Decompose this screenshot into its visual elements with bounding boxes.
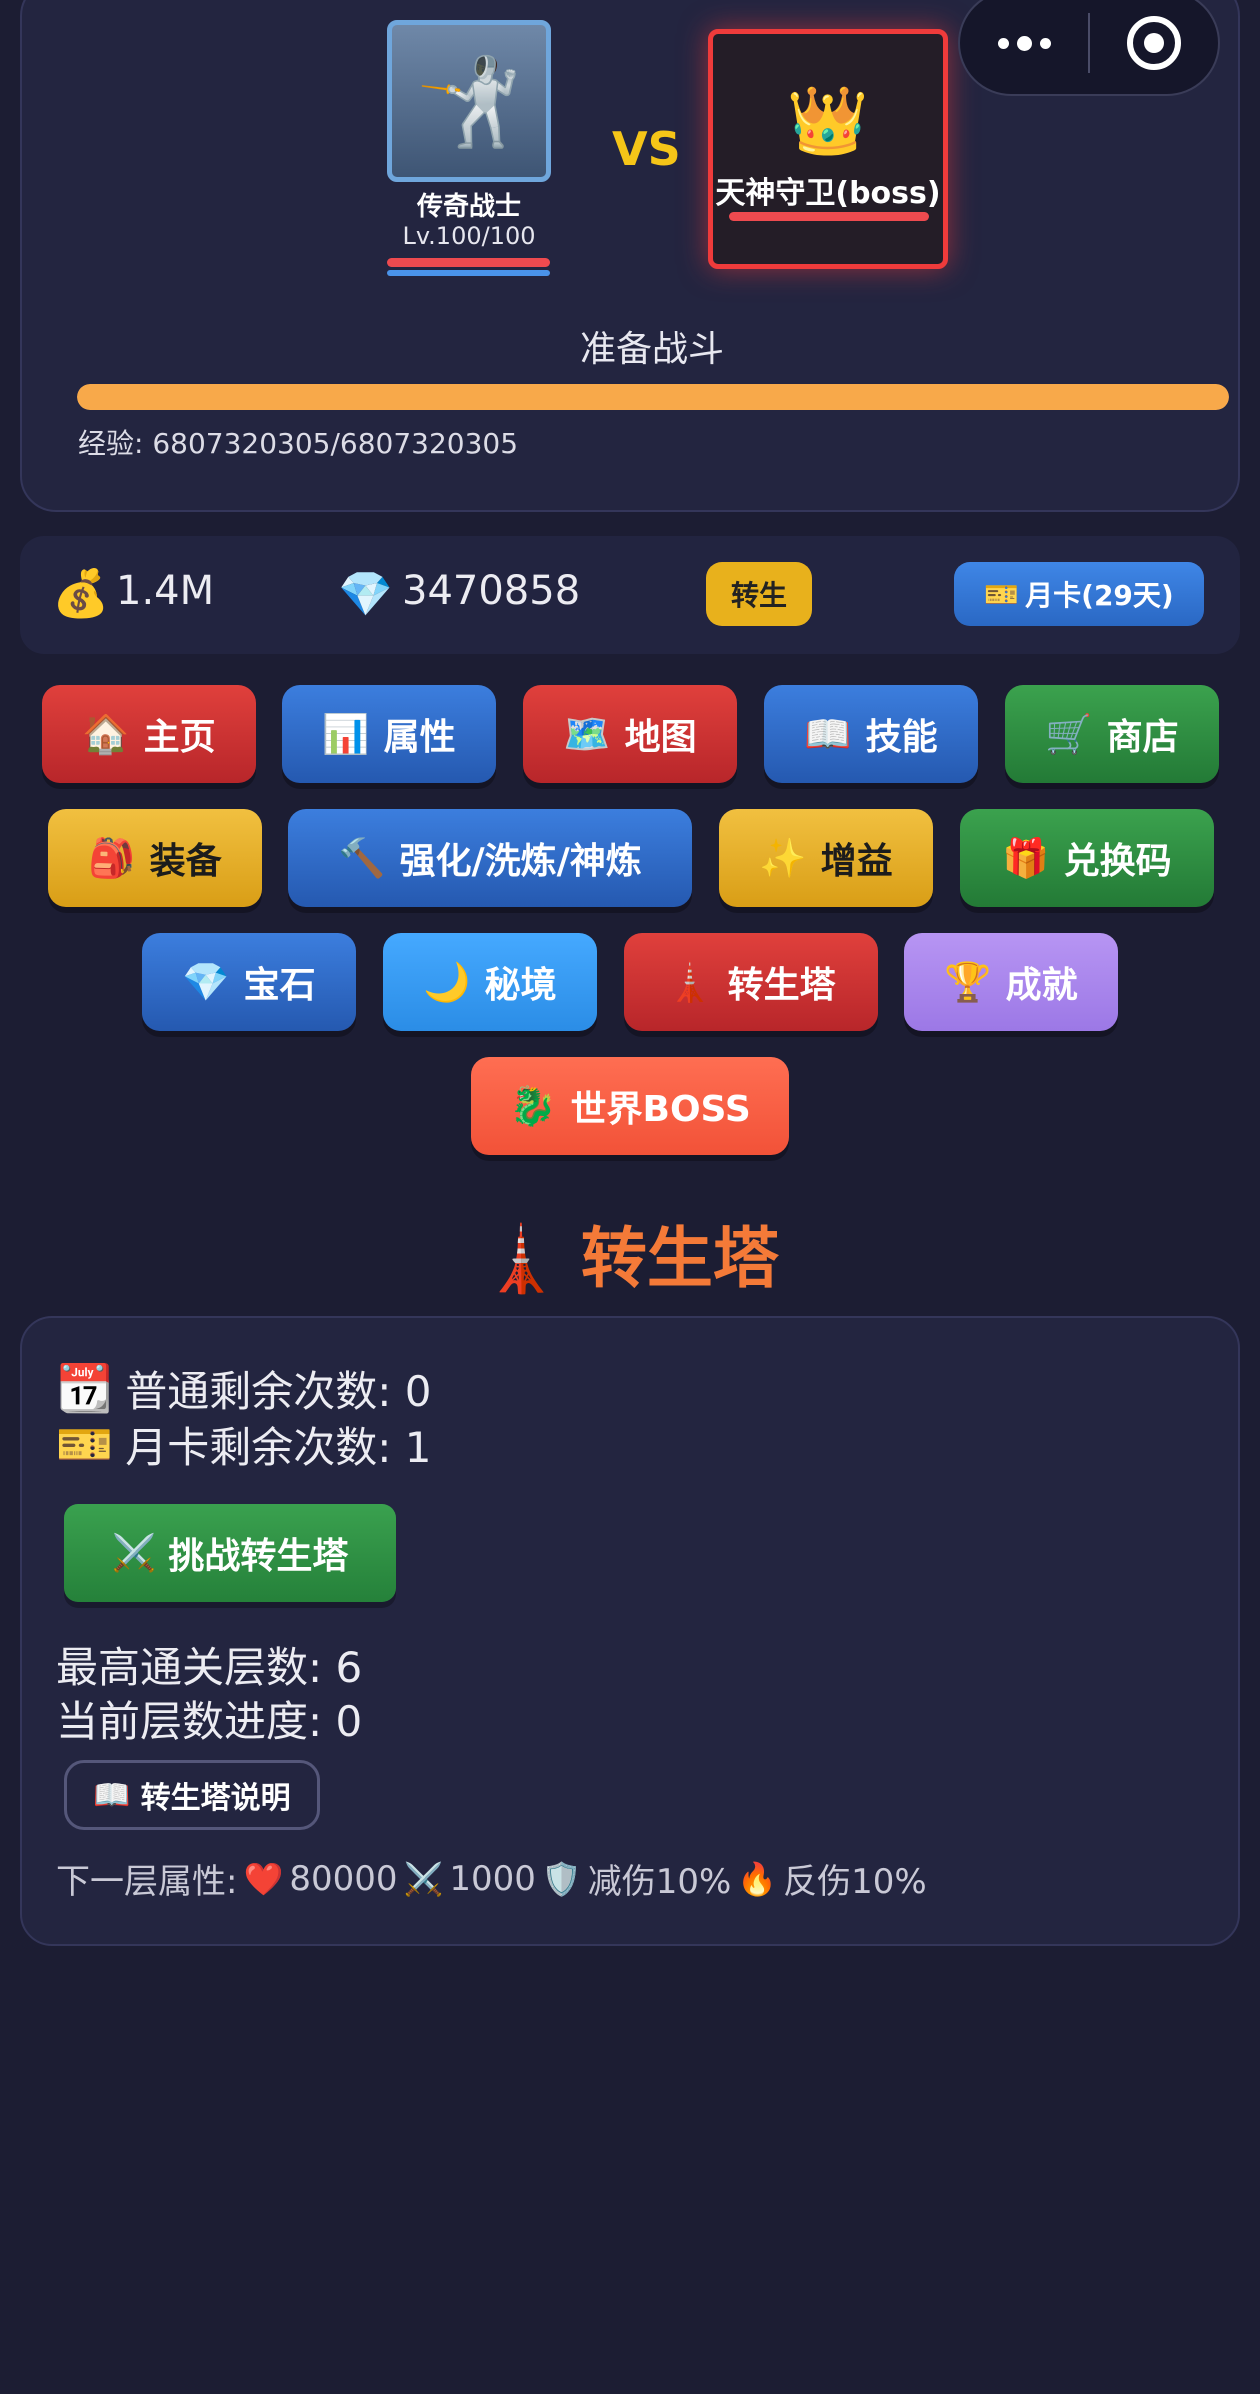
book-icon: 📖 <box>93 1777 131 1813</box>
gift-icon: 🎁 <box>1002 835 1050 880</box>
nav-rebirth-tower-label: 转生塔 <box>727 965 836 1006</box>
player-level: Lv.100/100 <box>402 222 536 250</box>
nav-shop-label: 商店 <box>1106 717 1179 758</box>
card-remaining-text: 月卡剩余次数: 1 <box>125 1423 432 1472</box>
challenge-tower-button[interactable]: ⚔️ 挑战转生塔 <box>64 1504 396 1602</box>
currency-bar: 💰 1.4M 💎 3470858 转生 🎫 月卡(29天) <box>20 536 1240 654</box>
rebirth-tower-card: 📆 普通剩余次数: 0 🎫 月卡剩余次数: 1 ⚔️ 挑战转生塔 最高通关层数:… <box>20 1316 1240 1946</box>
more-dots-icon[interactable] <box>960 0 1088 94</box>
book-icon: 📖 <box>804 711 852 756</box>
nav-achievements-label: 成就 <box>1005 965 1078 1006</box>
nav-home-button[interactable]: 🏠 主页 <box>42 685 256 783</box>
card-remaining-row: 🎫 月卡剩余次数: 1 <box>56 1414 432 1475</box>
nav-home-label: 主页 <box>143 717 216 758</box>
boss-avatar[interactable]: 👑 天神守卫(boss) <box>708 29 948 269</box>
shield-icon: 🛡️ <box>541 1859 582 1898</box>
tower-info-label: 转生塔说明 <box>140 1781 291 1816</box>
gem-icon: 💎 <box>182 959 230 1004</box>
battle-status: 准备战斗 <box>579 329 724 370</box>
nav-secret-realm-label: 秘境 <box>484 965 557 1006</box>
boss-name: 天神守卫(boss) <box>715 176 941 211</box>
trophy-icon: 🏆 <box>944 959 992 1004</box>
monthcard-button[interactable]: 🎫 月卡(29天) <box>954 562 1204 626</box>
calendar-icon: 📆 <box>56 1361 114 1415</box>
crown-icon: 👑 <box>786 82 870 159</box>
ticket-icon: 🎫 <box>984 577 1020 611</box>
tower-info-button[interactable]: 📖 转生塔说明 <box>64 1760 320 1830</box>
app-root: 🤺 传奇战士 Lv.100/100 VS 👑 天神守卫(boss) 准备战斗 经… <box>0 0 1260 2394</box>
exp-text: 经验: 6807320305/6807320305 <box>78 427 519 460</box>
gold-amount: 1.4M <box>116 568 215 614</box>
vs-label: VS <box>612 122 681 176</box>
nav-secret-realm-button[interactable]: 🌙 秘境 <box>383 933 597 1031</box>
boss-hp-bar <box>729 212 929 221</box>
backpack-icon: 🎒 <box>88 835 136 880</box>
nav-attributes-button[interactable]: 📊 属性 <box>282 685 496 783</box>
next-floor-stats: 下一层属性: ❤️ 80000 ⚔️ 1000 🛡️ 减伤10% 🔥 反伤10% <box>56 1854 927 1903</box>
challenge-tower-label: 挑战转生塔 <box>168 1536 349 1577</box>
next-floor-atk: 1000 <box>449 1858 536 1899</box>
monthcard-label: 月卡(29天) <box>1025 579 1174 612</box>
crossed-swords-icon: ⚔️ <box>403 1859 444 1898</box>
money-bag-icon: 💰 <box>52 566 110 620</box>
moon-icon: 🌙 <box>423 959 471 1004</box>
tower-icon: 🗼 <box>666 959 714 1004</box>
nav-enhance-button[interactable]: 🔨 强化/洗炼/神炼 <box>288 809 692 907</box>
nav-buff-button[interactable]: ✨ 增益 <box>719 809 933 907</box>
player-mp-bar <box>387 270 550 276</box>
player-hp-bar <box>387 258 550 267</box>
normal-remaining-text: 普通剩余次数: 0 <box>125 1367 432 1416</box>
rebirth-button[interactable]: 转生 <box>706 562 812 626</box>
nav-rebirth-tower-button[interactable]: 🗼 转生塔 <box>624 933 878 1031</box>
nav-equipment-label: 装备 <box>149 841 222 882</box>
hammer-icon: 🔨 <box>338 835 386 880</box>
nav-attributes-label: 属性 <box>383 717 456 758</box>
nav-equipment-button[interactable]: 🎒 装备 <box>48 809 262 907</box>
nav-map-button[interactable]: 🗺️ 地图 <box>523 685 737 783</box>
exp-bar-fill <box>77 384 1229 410</box>
next-floor-def: 减伤10% <box>587 1862 732 1902</box>
highest-floor-text: 最高通关层数: 6 <box>56 1643 363 1692</box>
nav-skills-label: 技能 <box>865 717 938 758</box>
nav-redeem-label: 兑换码 <box>1063 841 1172 882</box>
nav-world-boss-label: 世界BOSS <box>570 1089 751 1130</box>
nav-redeem-button[interactable]: 🎁 兑换码 <box>960 809 1214 907</box>
nav-gems-label: 宝石 <box>243 965 316 1006</box>
ticket-icon: 🎫 <box>56 1417 114 1471</box>
nav-shop-button[interactable]: 🛒 商店 <box>1005 685 1219 783</box>
miniprogram-capsule <box>958 0 1220 96</box>
crossed-swords-icon: ⚔️ <box>111 1533 157 1574</box>
exp-bar <box>77 384 1229 410</box>
tower-icon: 🗼 <box>481 1223 561 1297</box>
nav-enhance-label: 强化/洗炼/神炼 <box>399 841 642 882</box>
heart-icon: ❤️ <box>243 1859 284 1898</box>
gem-icon: 💎 <box>338 569 393 620</box>
nav-buff-label: 增益 <box>820 841 893 882</box>
target-circle-icon[interactable] <box>1090 0 1218 94</box>
map-icon: 🗺️ <box>563 711 611 756</box>
fencer-icon: 🤺 <box>415 51 523 152</box>
nav-map-label: 地图 <box>624 717 697 758</box>
next-floor-hp: 80000 <box>289 1858 398 1899</box>
nav-world-boss-button[interactable]: 🐉 世界BOSS <box>471 1057 789 1155</box>
normal-remaining-row: 📆 普通剩余次数: 0 <box>56 1358 432 1419</box>
nav-gems-button[interactable]: 💎 宝石 <box>142 933 356 1031</box>
cart-icon: 🛒 <box>1045 711 1093 756</box>
player-name: 传奇战士 <box>416 192 521 222</box>
nav-achievements-button[interactable]: 🏆 成就 <box>904 933 1118 1031</box>
fire-icon: 🔥 <box>737 1859 778 1898</box>
next-floor-reflect: 反伤10% <box>783 1862 927 1902</box>
next-floor-prefix: 下一层属性: <box>56 1862 238 1902</box>
section-title: 🗼 转生塔 <box>0 1205 1260 1301</box>
sparkles-icon: ✨ <box>759 835 807 880</box>
dragon-icon: 🐉 <box>509 1083 557 1128</box>
gem-amount: 3470858 <box>402 568 581 614</box>
section-title-text: 转生塔 <box>580 1220 779 1297</box>
current-progress-text: 当前层数进度: 0 <box>56 1697 363 1746</box>
player-avatar[interactable]: 🤺 <box>387 20 551 182</box>
house-icon: 🏠 <box>82 711 130 756</box>
nav-skills-button[interactable]: 📖 技能 <box>764 685 978 783</box>
bar-chart-icon: 📊 <box>322 711 370 756</box>
